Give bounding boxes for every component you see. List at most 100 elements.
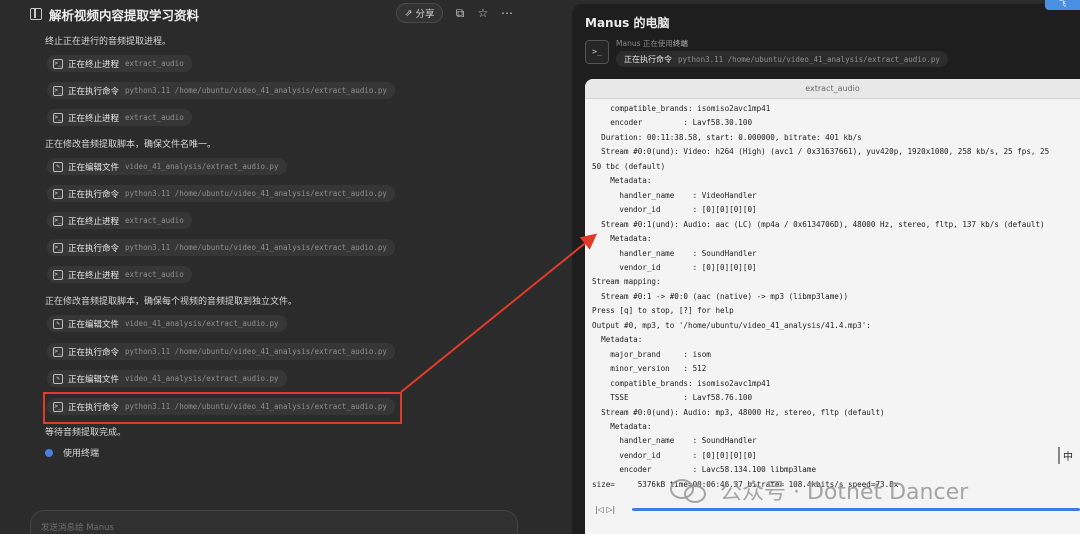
terminal-icon: >_: [53, 85, 63, 96]
terminal-line: Metadata:: [592, 234, 652, 244]
step-action: 正在终止进程: [68, 216, 120, 227]
terminal-icon: >_: [53, 215, 63, 226]
terminal-line: encoder : Lavf58.30.100: [592, 118, 753, 128]
step-arg: extract_audio: [125, 59, 184, 68]
terminal-line: Stream #0:1(und): Audio: aac (LC) (mp4a …: [592, 219, 1045, 229]
share-button[interactable]: ⇗ 分享: [396, 3, 443, 23]
terminal-line: Press [q] to stop, [?] for help: [592, 306, 734, 316]
terminal-line: compatible_brands: isomiso2avc1mp41: [592, 378, 771, 388]
wechat-logo-icon: [670, 477, 712, 503]
terminal-line: Metadata:: [592, 176, 652, 186]
terminal-line: vendor_id : [0][0][0][0]: [592, 262, 757, 272]
terminal-line: compatible_brands: isomiso2avc1mp41: [592, 104, 771, 113]
terminal-line: Stream #0:0(und): Video: h264 (High) (av…: [592, 147, 1050, 157]
star-icon[interactable]: ☆: [475, 5, 491, 21]
step-pill[interactable]: >_ 正在执行命令 python3.11 /home/ubuntu/video_41…: [47, 185, 395, 202]
step-arg: extract_audio: [125, 113, 184, 122]
terminal-line: vendor_id : [0][0][0][0]: [592, 205, 757, 215]
step-arg: video_41_analysis/extract_audio.py: [125, 374, 279, 383]
current-arg: python3.11 /home/ubuntu/video_41_analysi…: [678, 54, 940, 64]
sidebar-toggle-icon[interactable]: [30, 8, 42, 20]
chat-text: 正在修改音频提取脚本，确保每个视频的音频提取到独立文件。: [45, 297, 298, 307]
terminal-tool-icon: >_: [585, 40, 609, 64]
terminal-icon: >_: [53, 112, 63, 123]
terminal-line: major_brand : isom: [592, 349, 711, 359]
step-action: 正在执行命令: [68, 243, 120, 254]
edit-icon: ✎: [53, 161, 63, 172]
skip-back-icon[interactable]: |◁ ▷|: [595, 505, 615, 514]
terminal-line: vendor_id : [0][0][0][0]: [592, 450, 757, 460]
terminal-title: extract_audio: [585, 79, 1080, 99]
step-pill[interactable]: >_ 正在终止进程 extract_audio: [47, 109, 192, 126]
step-pill[interactable]: >_ 正在终止进程 extract_audio: [47, 212, 192, 229]
ime-indicator: 中: [1058, 447, 1076, 464]
share-label: 分享: [415, 9, 435, 20]
terminal-line: TSSE : Lavf58.76.100: [592, 393, 753, 403]
copy-icon[interactable]: ⧉: [452, 5, 468, 21]
corner-badge: 飞: [1045, 0, 1080, 10]
terminal-line: Metadata:: [592, 421, 652, 431]
computer-title: Manus 的电脑: [585, 16, 670, 30]
terminal-line: handler_name : SoundHandler: [592, 436, 757, 446]
terminal-window: extract_audio compatible_brands: isomiso…: [585, 79, 1080, 534]
step-action: 正在编辑文件: [68, 162, 120, 173]
step-arg: python3.11 /home/ubuntu/video_41_analysi…: [125, 347, 387, 356]
step-pill[interactable]: >_ 正在执行命令 python3.11 /home/ubuntu/video_41…: [47, 82, 395, 99]
using-tool-text: Manus 正在使用终端: [616, 38, 688, 49]
using-terminal-status: 使用终端: [45, 446, 99, 459]
using-tool: 终端: [672, 39, 688, 48]
edit-icon: ✎: [53, 373, 63, 384]
terminal-line: Metadata:: [592, 335, 643, 345]
current-action: 正在执行命令: [624, 54, 672, 64]
step-pill[interactable]: >_ 正在执行命令 python3.11 /home/ubuntu/video_41…: [47, 343, 395, 360]
terminal-icon: >_: [53, 242, 63, 253]
terminal-line: minor_version : 512: [592, 364, 707, 374]
highlight-box: [43, 392, 402, 424]
terminal-icon: >_: [53, 346, 63, 357]
terminal-line: Stream #0:1 -> #0:0 (aac (native) -> mp3…: [592, 291, 849, 301]
using-prefix: Manus 正在使用: [616, 39, 673, 48]
step-arg: video_41_analysis/extract_audio.py: [125, 319, 279, 328]
terminal-line: handler_name : SoundHandler: [592, 248, 757, 258]
watermark-text: 公众号 · Dotnet Dancer: [720, 480, 969, 505]
terminal-line: Stream #0:0(und): Audio: mp3, 48000 Hz, …: [592, 407, 885, 417]
step-action: 正在编辑文件: [68, 374, 120, 385]
step-pill[interactable]: >_ 正在终止进程 extract_audio: [47, 266, 192, 283]
terminal-line: handler_name : VideoHandler: [592, 190, 757, 200]
step-action: 正在编辑文件: [68, 319, 120, 330]
message-input[interactable]: 发送消息给 Manus: [30, 510, 518, 534]
progress-track[interactable]: [632, 508, 1080, 511]
step-pill[interactable]: ✎ 正在编辑文件 video_41_analysis/extract_audio.p…: [47, 370, 287, 387]
terminal-line: 50 tbc (default): [592, 161, 666, 171]
status-dot-icon: [45, 448, 53, 457]
step-arg: extract_audio: [125, 216, 184, 225]
chat-text: 正在修改音频提取脚本，确保文件名唯一。: [45, 140, 217, 150]
step-arg: extract_audio: [125, 270, 184, 279]
step-arg: video_41_analysis/extract_audio.py: [125, 162, 279, 171]
status-label: 使用终端: [63, 449, 100, 459]
message-placeholder: 发送消息给 Manus: [41, 523, 114, 533]
current-action-pill: 正在执行命令 python3.11 /home/ubuntu/video_41_a…: [616, 51, 948, 67]
step-pill[interactable]: ✎ 正在编辑文件 video_41_analysis/extract_audio.p…: [47, 315, 287, 332]
terminal-line: Duration: 00:11:38.58, start: 0.000000, …: [592, 132, 862, 142]
more-icon[interactable]: ⋯: [499, 5, 515, 21]
watermark: 公众号 · Dotnet Dancer: [670, 474, 968, 506]
share-icon: ⇗: [404, 7, 413, 19]
task-title: 解析视频内容提取学习资料: [49, 7, 200, 23]
chat-text: 终止正在进行的音频提取进程。: [45, 37, 172, 47]
step-arg: python3.11 /home/ubuntu/video_41_analysi…: [125, 243, 387, 252]
terminal-line: Output #0, mp3, to '/home/ubuntu/video_4…: [592, 320, 871, 330]
step-pill[interactable]: ✎ 正在编辑文件 video_41_analysis/extract_audio.p…: [47, 158, 287, 175]
step-arg: python3.11 /home/ubuntu/video_41_analysi…: [125, 189, 387, 198]
step-action: 正在终止进程: [68, 270, 120, 281]
chat-text: 等待音频提取完成。: [45, 428, 127, 438]
step-arg: python3.11 /home/ubuntu/video_41_analysi…: [125, 86, 387, 95]
step-action: 正在执行命令: [68, 347, 120, 358]
terminal-icon: >_: [53, 188, 63, 199]
step-pill[interactable]: >_ 正在执行命令 python3.11 /home/ubuntu/video_41…: [47, 239, 395, 256]
edit-icon: ✎: [53, 318, 63, 329]
step-pill[interactable]: >_ 正在终止进程 extract_audio: [47, 55, 192, 72]
step-action: 正在终止进程: [68, 113, 120, 124]
step-action: 正在执行命令: [68, 86, 120, 97]
step-action: 正在终止进程: [68, 59, 120, 70]
